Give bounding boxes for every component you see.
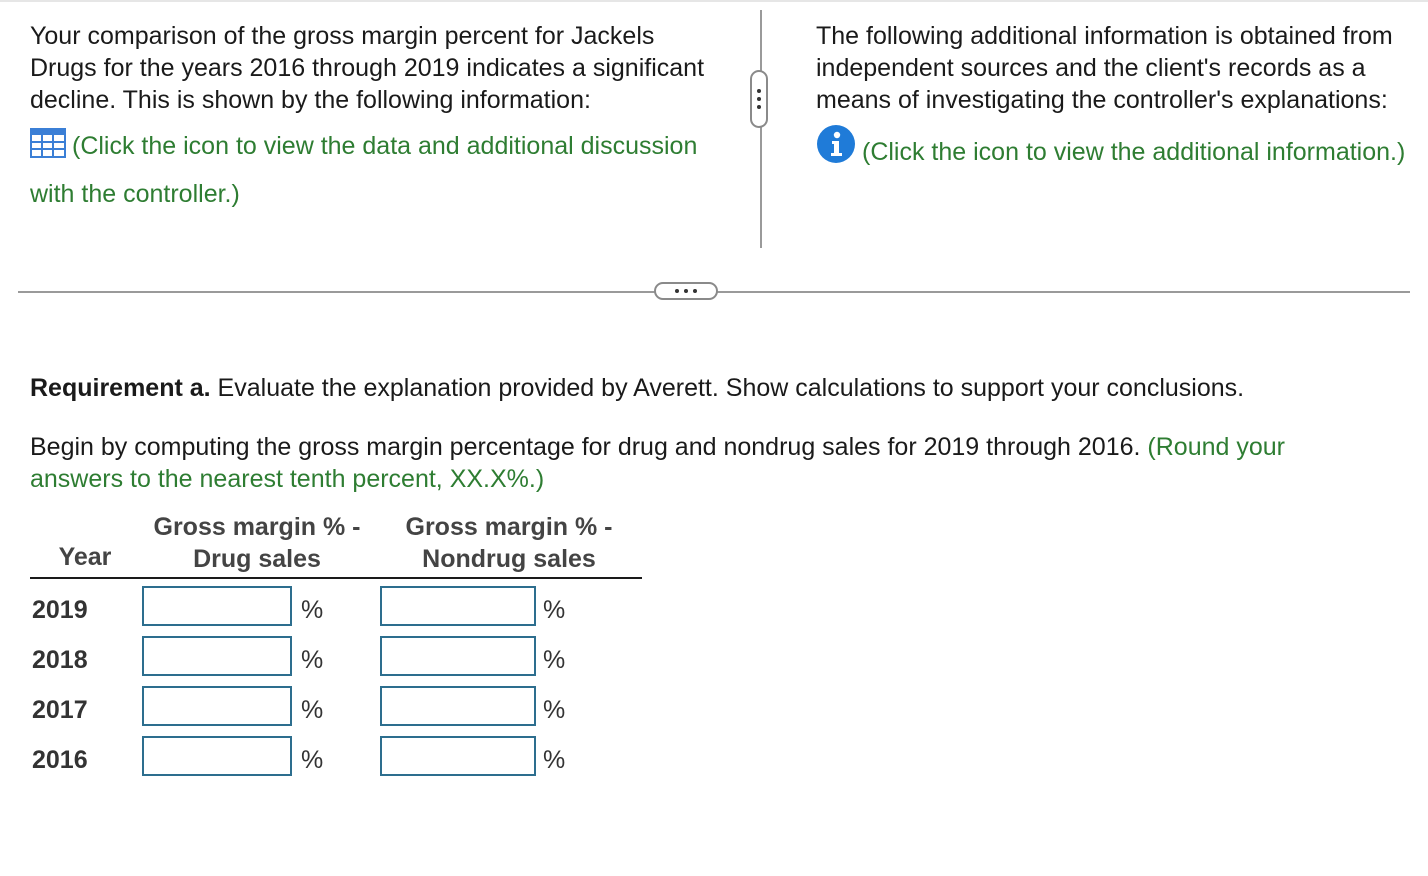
requirement-body: Evaluate the explanation provided by Ave… <box>210 374 1245 402</box>
drug-margin-input-2017[interactable] <box>142 686 292 726</box>
nondrug-margin-input-2017[interactable] <box>380 686 536 726</box>
info-icon[interactable] <box>816 124 856 178</box>
drug-margin-input-2016[interactable] <box>142 736 292 776</box>
nondrug-margin-input-2019[interactable] <box>380 586 536 626</box>
drug-margin-input-2018[interactable] <box>142 636 292 676</box>
requirement-text: Requirement a. Evaluate the explanation … <box>30 372 1410 404</box>
drug-percent-unit-2016: % <box>301 746 324 774</box>
right-panel-text: The following additional information is … <box>816 22 1393 114</box>
instruction-text: Begin by computing the gross margin perc… <box>30 431 1370 495</box>
nondrug-margin-input-2016[interactable] <box>380 736 536 776</box>
year-label-2017: 2017 <box>32 696 88 724</box>
drug-margin-column-header: Gross margin % - Drug sales <box>140 511 374 575</box>
additional-info-link[interactable]: (Click the icon to view the additional i… <box>862 138 1405 166</box>
nondrug-margin-column-header: Gross margin % - Nondrug sales <box>384 511 634 575</box>
horizontal-resize-handle[interactable] <box>654 282 718 300</box>
nondrug-header-line2: Nondrug sales <box>422 545 596 573</box>
nondrug-margin-input-2018[interactable] <box>380 636 536 676</box>
nondrug-percent-unit-2019: % <box>543 596 566 624</box>
instruction-body: Begin by computing the gross margin perc… <box>30 433 1148 461</box>
data-table-icon[interactable] <box>30 128 66 172</box>
right-info-panel: The following additional information is … <box>816 20 1416 178</box>
drug-percent-unit-2017: % <box>301 696 324 724</box>
year-column-header: Year <box>58 543 112 571</box>
nondrug-percent-unit-2016: % <box>543 746 566 774</box>
drug-header-line2: Drug sales <box>193 545 321 573</box>
nondrug-header-line1: Gross margin % - <box>405 513 613 541</box>
data-discussion-link[interactable]: (Click the icon to view the data and add… <box>30 132 697 208</box>
drug-header-line1: Gross margin % - <box>153 513 361 541</box>
nondrug-percent-unit-2018: % <box>543 646 566 674</box>
info-link-row: (Click the icon to view the additional i… <box>816 124 1416 178</box>
year-label-2016: 2016 <box>32 746 88 774</box>
drug-margin-input-2019[interactable] <box>142 586 292 626</box>
vertical-resize-handle[interactable] <box>750 70 768 128</box>
drug-percent-unit-2019: % <box>301 596 324 624</box>
data-link-row: (Click the icon to view the data and add… <box>30 124 720 216</box>
year-label-2018: 2018 <box>32 646 88 674</box>
nondrug-percent-unit-2017: % <box>543 696 566 724</box>
left-info-panel: Your comparison of the gross margin perc… <box>30 20 720 216</box>
table-header-rule <box>30 577 642 579</box>
left-panel-text: Your comparison of the gross margin perc… <box>30 22 705 114</box>
top-rule <box>0 0 1428 2</box>
requirement-label: Requirement a. <box>30 374 211 402</box>
drug-percent-unit-2018: % <box>301 646 324 674</box>
vertical-divider <box>760 10 762 248</box>
year-label-2019: 2019 <box>32 596 88 624</box>
